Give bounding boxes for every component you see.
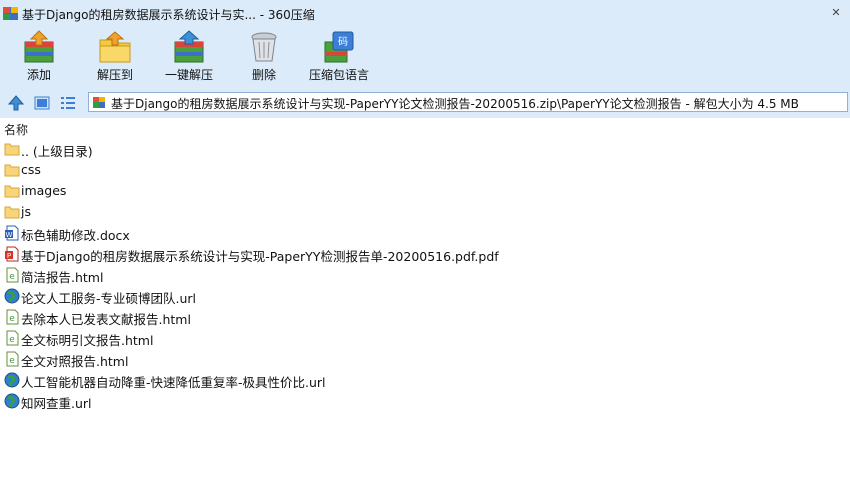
list-item[interactable]: css [0, 160, 850, 181]
archive-language-icon: 码 [324, 31, 354, 63]
archive-language-button[interactable]: 码 压缩包语言 [306, 30, 372, 86]
svg-text:e: e [9, 314, 15, 324]
item-name: 人工智能机器自动降重-快速降低重复率-极具性价比.url [21, 375, 326, 390]
item-name: .. (上级目录) [21, 144, 93, 159]
list-item[interactable]: images [0, 181, 850, 202]
svg-text:W: W [6, 231, 13, 239]
one-click-extract-button[interactable]: 一键解压 [160, 30, 218, 86]
path-field[interactable]: 基于Django的租房数据展示系统设计与实现-PaperYY论文检测报告-202… [88, 92, 848, 112]
list-item[interactable]: e 全文对照报告.html [0, 349, 850, 370]
add-archive-icon [24, 30, 54, 63]
item-name: 简洁报告.html [21, 270, 104, 285]
window-title: 基于Django的租房数据展示系统设计与实... - 360压缩 [22, 8, 315, 22]
list-item[interactable]: W 标色辅助修改.docx [0, 223, 850, 244]
svg-text:e: e [9, 272, 15, 282]
html-file-icon: e [6, 267, 19, 283]
up-arrow-icon[interactable] [7, 94, 25, 112]
path-text: 基于Django的租房数据展示系统设计与实现-PaperYY论文检测报告-202… [111, 97, 799, 111]
item-name: 标色辅助修改.docx [21, 228, 130, 243]
svg-text:e: e [9, 356, 15, 366]
list-item[interactable]: 论文人工服务-专业硕博团队.url [0, 286, 850, 307]
item-name: 全文标明引文报告.html [21, 333, 154, 348]
delete-label: 删除 [251, 68, 276, 82]
html-file-icon: e [6, 330, 19, 346]
list-item[interactable]: e 去除本人已发表文献报告.html [0, 307, 850, 328]
globe-url-icon [4, 393, 20, 409]
add-button[interactable]: 添加 [14, 30, 64, 86]
item-name: 基于Django的租房数据展示系统设计与实现-PaperYY检测报告单-2020… [21, 249, 499, 264]
globe-url-icon [4, 288, 20, 304]
extract-to-label: 解压到 [96, 68, 133, 82]
list-item[interactable]: 人工智能机器自动降重-快速降低重复率-极具性价比.url [0, 370, 850, 391]
one-click-extract-icon [174, 30, 204, 63]
address-bar: 基于Django的租房数据展示系统设计与实现-PaperYY论文检测报告-202… [0, 88, 850, 118]
list-item[interactable]: P 基于Django的租房数据展示系统设计与实现-PaperYY检测报告单-20… [0, 244, 850, 265]
svg-text:P: P [7, 252, 11, 260]
svg-text:e: e [9, 335, 15, 345]
archive-icon [93, 97, 105, 108]
folder-icon [4, 164, 20, 177]
list-item[interactable]: .. (上级目录) [0, 139, 850, 160]
extract-to-button[interactable]: 解压到 [88, 30, 142, 86]
archive-language-label: 压缩包语言 [308, 68, 369, 82]
item-name: 论文人工服务-专业硕博团队.url [21, 291, 197, 306]
item-name: 知网查重.url [21, 396, 92, 411]
item-name: css [21, 162, 41, 177]
item-name: 全文对照报告.html [21, 354, 129, 369]
html-file-icon: e [6, 309, 19, 325]
toolbar: 添加 解压到 一键解压 删除 码 压缩包语言 [0, 28, 850, 88]
extract-to-icon [99, 31, 131, 63]
word-doc-icon: W [5, 225, 19, 241]
app-icon [3, 7, 18, 20]
close-window-button[interactable]: ✕ [826, 4, 846, 22]
list-item[interactable]: js [0, 202, 850, 223]
thumbnail-view-icon[interactable] [33, 94, 51, 112]
item-name: 去除本人已发表文献报告.html [21, 312, 191, 327]
delete-button[interactable]: 删除 [242, 30, 286, 86]
folder-icon [4, 206, 20, 219]
item-name: js [21, 204, 31, 219]
pdf-icon: P [5, 246, 19, 262]
trash-icon [251, 32, 277, 62]
folder-icon [4, 143, 20, 156]
globe-url-icon [4, 372, 20, 388]
item-name: images [21, 183, 67, 198]
svg-text:码: 码 [338, 36, 348, 48]
column-header: 名称 [0, 118, 850, 138]
one-click-extract-label: 一键解压 [164, 68, 213, 82]
file-list: .. (上级目录) css images js W 标色辅助修改.docx P … [0, 139, 850, 412]
add-label: 添加 [26, 68, 51, 82]
list-item[interactable]: e 全文标明引文报告.html [0, 328, 850, 349]
column-name-header[interactable]: 名称 [4, 121, 28, 138]
list-view-icon[interactable] [59, 94, 77, 112]
title-bar: 基于Django的租房数据展示系统设计与实... - 360压缩 ✕ [0, 0, 850, 28]
folder-icon [4, 185, 20, 198]
list-item[interactable]: e 简洁报告.html [0, 265, 850, 286]
list-item[interactable]: 知网查重.url [0, 391, 850, 412]
html-file-icon: e [6, 351, 19, 367]
